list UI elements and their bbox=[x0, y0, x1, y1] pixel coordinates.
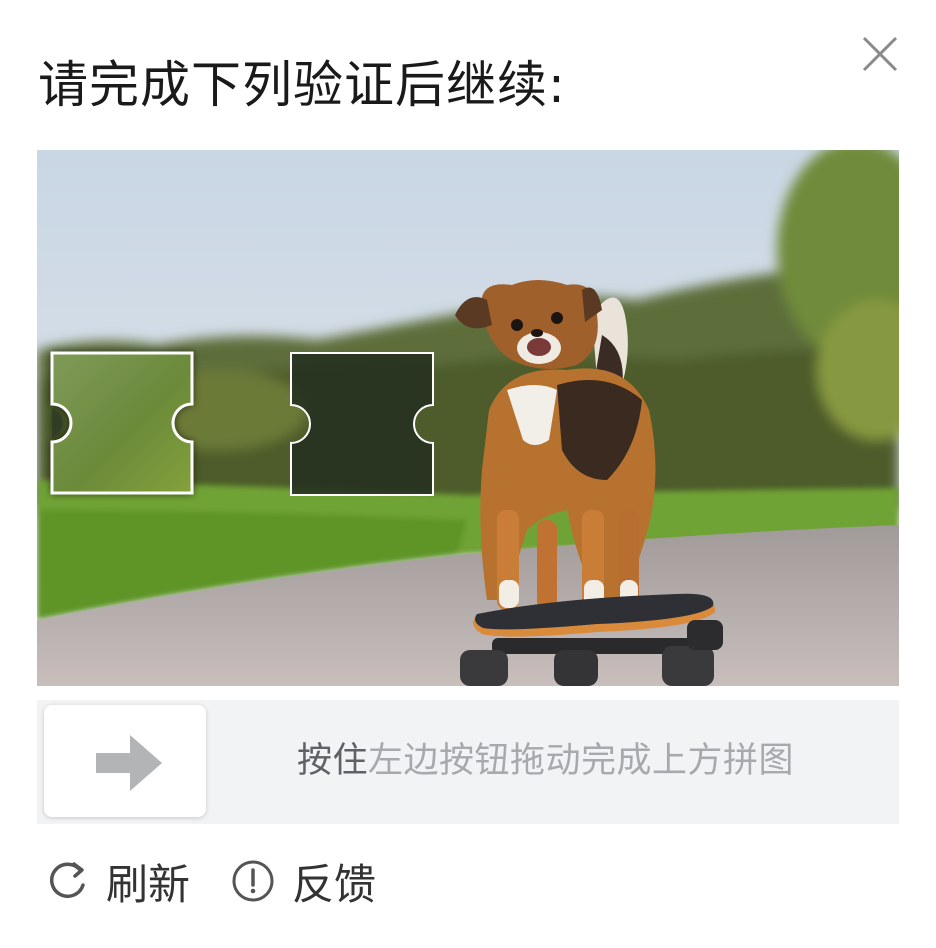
puzzle-piece[interactable] bbox=[49, 350, 195, 496]
refresh-icon bbox=[44, 858, 90, 904]
slider-hint: 按住左边按钮拖动完成上方拼图 bbox=[297, 736, 794, 786]
refresh-label: 刷新 bbox=[106, 859, 191, 909]
refresh-button[interactable]: 刷新 bbox=[44, 851, 190, 912]
dialog-title: 请完成下列验证后继续: bbox=[38, 56, 566, 114]
slider-hint-emphasis: 按住 bbox=[297, 741, 369, 781]
exclamation-circle-icon bbox=[230, 858, 276, 904]
footer-actions: 刷新 反馈 bbox=[44, 846, 416, 916]
slider-handle[interactable] bbox=[44, 705, 206, 817]
puzzle-target-slot bbox=[289, 351, 435, 497]
arrow-right-icon bbox=[96, 735, 162, 791]
slider-track[interactable]: 按住左边按钮拖动完成上方拼图 bbox=[37, 700, 899, 824]
close-button[interactable] bbox=[856, 30, 904, 78]
feedback-button[interactable]: 反馈 bbox=[230, 851, 376, 912]
feedback-label: 反馈 bbox=[292, 859, 377, 909]
slider-hint-rest: 左边按钮拖动完成上方拼图 bbox=[368, 741, 795, 781]
close-icon bbox=[862, 36, 898, 72]
captcha-image bbox=[37, 150, 899, 686]
captcha-dialog: 请完成下列验证后继续: 按住左边按钮拖动完成上方拼图 刷新 反馈 bbox=[0, 0, 936, 948]
